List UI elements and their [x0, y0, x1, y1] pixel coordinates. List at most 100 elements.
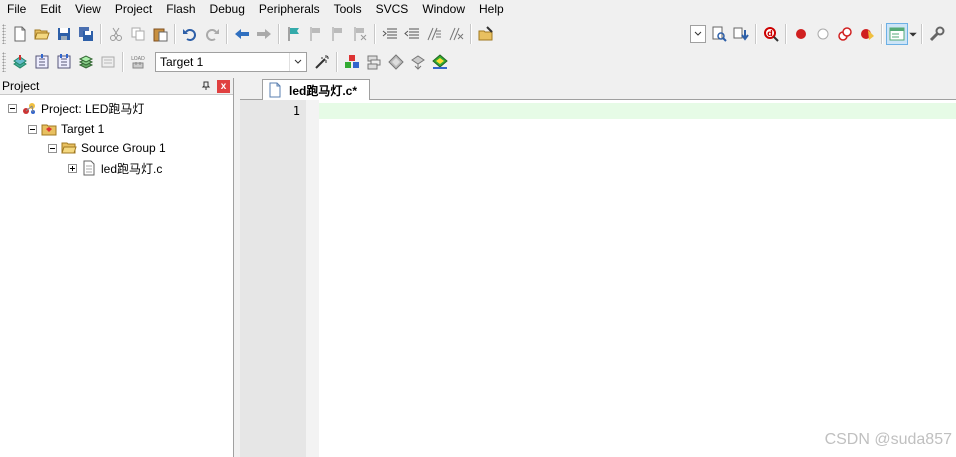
unindent-icon [404, 28, 419, 39]
tree-node-group[interactable]: Source Group 1 [48, 139, 166, 157]
comment-button[interactable] [423, 23, 445, 45]
window-layout-button[interactable] [886, 23, 908, 45]
toolbar-separator [470, 24, 472, 44]
disable-breakpoints-button[interactable] [834, 23, 856, 45]
find-in-files-button[interactable] [475, 23, 497, 45]
comment-icon [427, 27, 441, 41]
translate-icon [13, 55, 27, 69]
manage-components-button[interactable] [341, 51, 363, 73]
bookmark-next-button[interactable] [327, 23, 349, 45]
find-combo-dropdown[interactable] [690, 25, 706, 43]
paste-button[interactable] [149, 23, 171, 45]
paste-icon [153, 28, 168, 42]
load-icon: LOAD [131, 56, 145, 69]
stop-build-button[interactable] [97, 51, 119, 73]
cut-button[interactable] [105, 23, 127, 45]
menu-file[interactable]: File [0, 0, 33, 19]
menu-window[interactable]: Window [415, 0, 472, 19]
run-time-environment-button[interactable] [429, 51, 451, 73]
flag-next-icon [332, 27, 342, 41]
copy-button[interactable] [127, 23, 149, 45]
redo-icon [206, 29, 219, 41]
expand-toggle[interactable] [68, 163, 77, 173]
nav-forward-button[interactable] [253, 23, 275, 45]
save-all-button[interactable] [75, 23, 97, 45]
tree-node-target[interactable]: Target 1 [28, 120, 104, 138]
rebuild-button[interactable] [53, 51, 75, 73]
menu-bar: File Edit View Project Flash Debug Perip… [0, 0, 956, 19]
menu-tools[interactable]: Tools [327, 0, 369, 19]
toolbar-separator [174, 24, 176, 44]
download-button[interactable]: LOAD [127, 51, 149, 73]
save-button[interactable] [53, 23, 75, 45]
chevron-down-icon [909, 32, 917, 37]
menu-edit[interactable]: Edit [33, 0, 68, 19]
menu-help[interactable]: Help [472, 0, 511, 19]
menu-flash[interactable]: Flash [159, 0, 202, 19]
indent-button[interactable] [379, 23, 401, 45]
chevron-down-icon [694, 31, 702, 36]
collapse-toggle[interactable] [8, 103, 17, 113]
bookmark-toggle-button[interactable] [283, 23, 305, 45]
debug-session-button[interactable]: d [760, 23, 782, 45]
collapse-toggle[interactable] [48, 143, 57, 153]
window-icon [889, 27, 905, 41]
new-file-button[interactable] [9, 23, 31, 45]
breakpoint-hollow-icon [817, 28, 829, 40]
toolbar-separator [755, 24, 757, 44]
uncomment-button[interactable] [445, 23, 467, 45]
svg-text:d: d [767, 29, 773, 38]
nav-back-button[interactable] [231, 23, 253, 45]
close-panel-button[interactable]: x [217, 79, 230, 93]
toolbar-separator [921, 24, 923, 44]
project-panel: Project x Project: LED跑马灯 Target 1 Sourc… [0, 78, 234, 457]
toolbar-grip[interactable] [2, 52, 6, 72]
tree-label-target: Target 1 [61, 122, 105, 136]
toolbar-separator [785, 24, 787, 44]
flag-clear-icon [354, 27, 367, 41]
options-for-target-button[interactable] [311, 51, 333, 73]
undo-button[interactable] [179, 23, 201, 45]
menu-project[interactable]: Project [108, 0, 159, 19]
flag-icon [288, 27, 299, 41]
breakpoints-double-icon [838, 27, 852, 41]
select-packs-button[interactable] [385, 51, 407, 73]
file-extensions-button[interactable] [363, 51, 385, 73]
build-button[interactable] [31, 51, 53, 73]
magic-wand-icon [315, 55, 329, 69]
configure-button[interactable] [926, 23, 948, 45]
toolbar-separator [881, 24, 883, 44]
kill-breakpoints-button[interactable] [856, 23, 878, 45]
toolbar-grip[interactable] [2, 24, 6, 44]
bookmark-clear-button[interactable] [349, 23, 371, 45]
collapse-toggle[interactable] [28, 124, 37, 134]
insert-breakpoint-button[interactable] [790, 23, 812, 45]
open-button[interactable] [31, 23, 53, 45]
unindent-button[interactable] [401, 23, 423, 45]
batch-build-button[interactable] [75, 51, 97, 73]
menu-view[interactable]: View [68, 0, 108, 19]
translate-button[interactable] [9, 51, 31, 73]
find-arrow-icon [733, 27, 749, 41]
redo-button[interactable] [201, 23, 223, 45]
current-line-highlight[interactable] [319, 103, 956, 119]
target-select[interactable]: Target 1 [155, 52, 307, 72]
menu-peripherals[interactable]: Peripherals [252, 0, 327, 19]
diamond-icon [388, 54, 404, 70]
window-layout-dropdown[interactable] [908, 23, 918, 45]
menu-debug[interactable]: Debug [203, 0, 252, 19]
bookmark-prev-button[interactable] [305, 23, 327, 45]
main-toolbar: d [0, 21, 956, 47]
enable-breakpoint-button[interactable] [812, 23, 834, 45]
incremental-find-button[interactable] [708, 23, 730, 45]
editor-tab-active[interactable]: led跑马灯.c* [262, 79, 370, 100]
target-folder-icon [41, 124, 57, 136]
rebuild-icon [57, 54, 71, 69]
tree-node-file[interactable]: led跑马灯.c [68, 159, 162, 177]
menu-svcs[interactable]: SVCS [369, 0, 416, 19]
tree-node-project[interactable]: Project: LED跑马灯 [8, 99, 144, 117]
toolbar-separator [336, 52, 338, 72]
find-next-button[interactable] [730, 23, 752, 45]
pack-installer-button[interactable] [407, 51, 429, 73]
pin-icon[interactable] [199, 79, 213, 93]
